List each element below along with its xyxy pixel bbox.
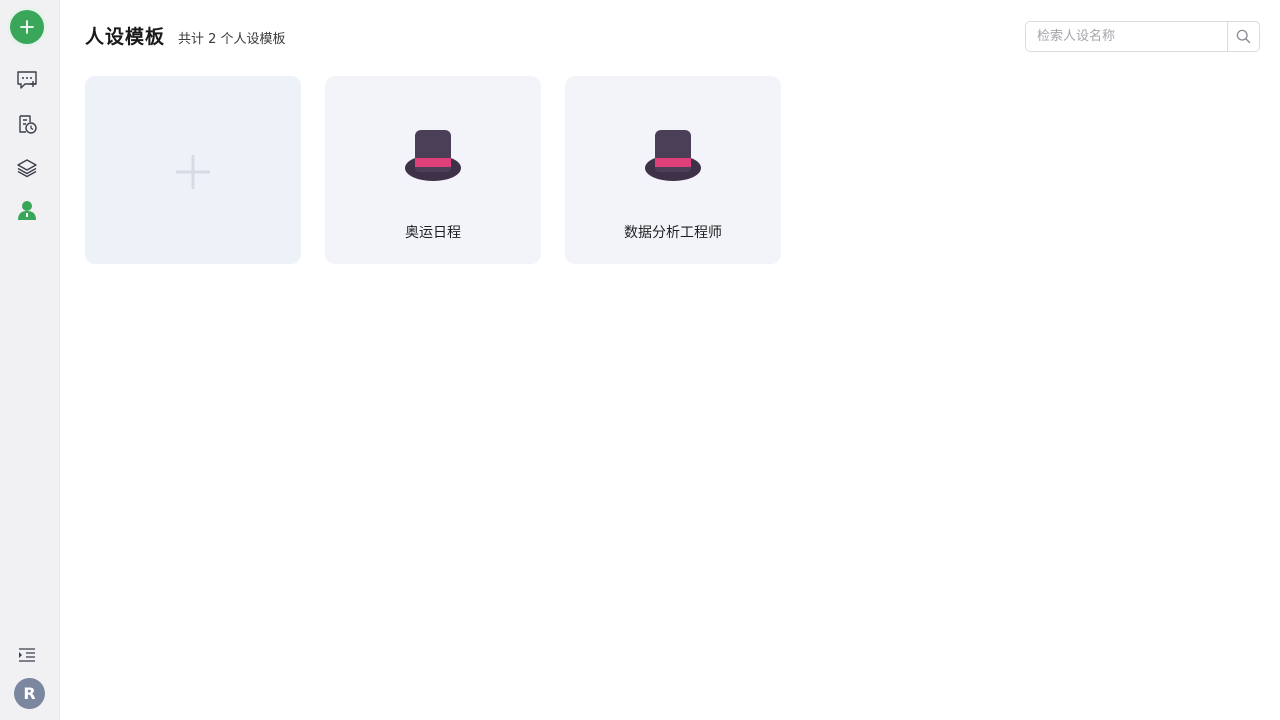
persona-name: 奥运日程 bbox=[405, 225, 461, 241]
layers-icon bbox=[17, 159, 37, 178]
search-box bbox=[1025, 21, 1260, 52]
app-root: R 人设模板 共计 2 个人设模板 奥运日程 bbox=[0, 0, 1280, 720]
search-icon bbox=[1236, 29, 1251, 44]
page-title: 人设模板 bbox=[85, 26, 166, 48]
persona-name: 数据分析工程师 bbox=[624, 225, 722, 241]
user-avatar[interactable]: R bbox=[14, 678, 45, 709]
persona-icon bbox=[18, 201, 36, 220]
avatar-initial: R bbox=[23, 684, 36, 703]
sidebar-item-persona[interactable] bbox=[10, 193, 44, 227]
search-input[interactable] bbox=[1026, 22, 1227, 51]
plus-icon bbox=[20, 20, 34, 34]
collapse-sidebar-button[interactable] bbox=[10, 638, 44, 672]
plus-icon bbox=[176, 155, 210, 189]
sidebar-item-chat[interactable] bbox=[10, 63, 44, 97]
sidebar-item-history[interactable] bbox=[10, 107, 44, 141]
new-chat-button[interactable] bbox=[10, 10, 44, 44]
template-count: 共计 2 个人设模板 bbox=[178, 32, 286, 47]
top-hat-icon bbox=[645, 130, 701, 181]
indent-icon bbox=[19, 648, 35, 662]
chat-add-icon bbox=[17, 71, 37, 89]
top-hat-icon bbox=[405, 130, 461, 181]
search-button[interactable] bbox=[1227, 22, 1259, 51]
history-icon bbox=[19, 115, 37, 134]
persona-card[interactable]: 奥运日程 bbox=[325, 76, 541, 264]
sidebar: R bbox=[0, 0, 60, 720]
sidebar-item-layers[interactable] bbox=[10, 151, 44, 185]
add-persona-card[interactable] bbox=[85, 76, 301, 264]
persona-card[interactable]: 数据分析工程师 bbox=[565, 76, 781, 264]
